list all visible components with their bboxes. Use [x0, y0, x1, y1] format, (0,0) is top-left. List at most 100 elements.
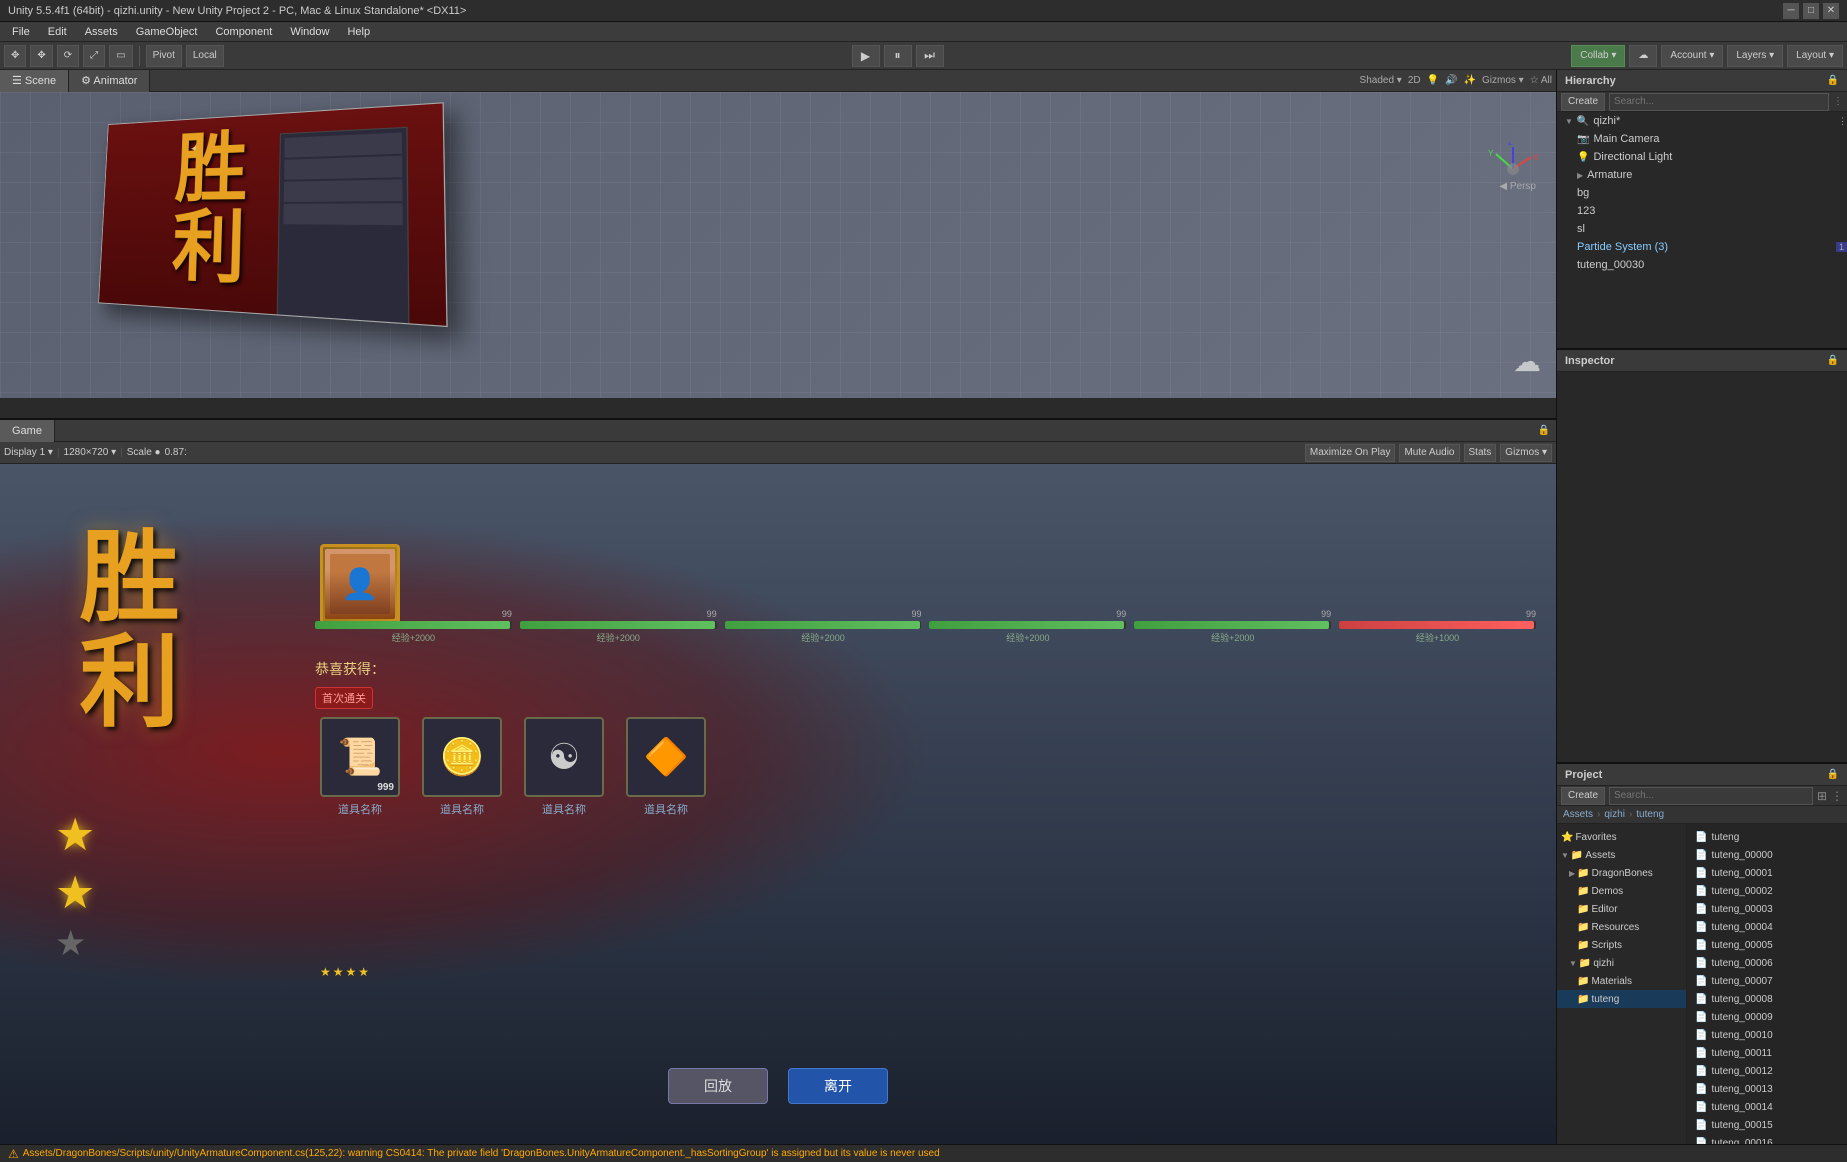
- file-tuteng-00006[interactable]: 📄 tuteng_00006: [1691, 954, 1843, 972]
- breadcrumb-qizhi[interactable]: qizhi: [1604, 809, 1625, 820]
- local-button[interactable]: Local: [186, 45, 224, 67]
- collab-button[interactable]: Collab ▾: [1571, 45, 1625, 67]
- menu-assets[interactable]: Assets: [77, 22, 126, 42]
- hier-item-dirlight[interactable]: 💡 Directional Light: [1557, 148, 1847, 166]
- inspector-lock[interactable]: 🔒: [1827, 355, 1839, 366]
- star-2: ★: [55, 866, 95, 919]
- mute-audio-btn[interactable]: Mute Audio: [1399, 444, 1459, 462]
- file-tuteng-00007[interactable]: 📄 tuteng_00007: [1691, 972, 1843, 990]
- tab-scene[interactable]: ☰ Scene: [0, 70, 69, 92]
- lighting-toggle[interactable]: 💡: [1427, 75, 1439, 86]
- menu-window[interactable]: Window: [282, 22, 337, 42]
- resolution-selector[interactable]: 1280×720 ▾: [64, 447, 117, 458]
- breadcrumb-tuteng[interactable]: tuteng: [1636, 809, 1664, 820]
- reward-name-3: 道具名称: [644, 801, 688, 817]
- layout-button[interactable]: Layout ▾: [1787, 45, 1843, 67]
- file-tuteng-00015[interactable]: 📄 tuteng_00015: [1691, 1116, 1843, 1134]
- breadcrumb-assets[interactable]: Assets: [1563, 809, 1593, 820]
- tool-rotate[interactable]: ⟳: [57, 45, 79, 67]
- leave-button[interactable]: 离开: [788, 1068, 888, 1104]
- project-editor[interactable]: 📁 Editor: [1557, 900, 1686, 918]
- hier-item-sl[interactable]: sl: [1557, 220, 1847, 238]
- cloud-button[interactable]: ☁: [1629, 45, 1657, 67]
- hierarchy-search-input[interactable]: [1609, 93, 1829, 111]
- menu-gameobject[interactable]: GameObject: [128, 22, 206, 42]
- replay-button[interactable]: 回放: [668, 1068, 768, 1104]
- pivot-button[interactable]: Pivot: [146, 45, 182, 67]
- file-tuteng-00004[interactable]: 📄 tuteng_00004: [1691, 918, 1843, 936]
- display-selector[interactable]: Display 1 ▾: [4, 447, 53, 458]
- game-lock[interactable]: 🔒: [1538, 425, 1550, 436]
- hier-item-tuteng00030[interactable]: tuteng_00030: [1557, 256, 1847, 274]
- window-controls: ─ □ ✕: [1783, 3, 1839, 19]
- hierarchy-panel: Hierarchy 🔒 Create ⋮ ▼ 🔍 qizhi* ⋮ 📷 Main…: [1557, 70, 1847, 350]
- maximize-on-play-btn[interactable]: Maximize On Play: [1305, 444, 1396, 462]
- project-qizhi[interactable]: ▼ 📁 qizhi: [1557, 954, 1686, 972]
- audio-toggle[interactable]: 🔊: [1445, 75, 1457, 86]
- hierarchy-options[interactable]: ⋮: [1833, 96, 1843, 107]
- step-button[interactable]: ⏭: [916, 45, 944, 67]
- file-tuteng-00002[interactable]: 📄 tuteng_00002: [1691, 882, 1843, 900]
- project-dragonbones[interactable]: ▶ 📁 DragonBones: [1557, 864, 1686, 882]
- menu-help[interactable]: Help: [339, 22, 378, 42]
- hier-item-123[interactable]: 123: [1557, 202, 1847, 220]
- project-search-input[interactable]: [1609, 787, 1813, 805]
- close-button[interactable]: ✕: [1823, 3, 1839, 19]
- account-button[interactable]: Account ▾: [1661, 45, 1723, 67]
- menu-component[interactable]: Component: [207, 22, 280, 42]
- file-tuteng-00005[interactable]: 📄 tuteng_00005: [1691, 936, 1843, 954]
- hierarchy-create-btn[interactable]: Create: [1561, 93, 1605, 111]
- file-tuteng-00010[interactable]: 📄 tuteng_00010: [1691, 1026, 1843, 1044]
- file-tuteng-00008[interactable]: 📄 tuteng_00008: [1691, 990, 1843, 1008]
- file-tuteng-00013[interactable]: 📄 tuteng_00013: [1691, 1080, 1843, 1098]
- project-favorites[interactable]: ⭐ Favorites: [1557, 828, 1686, 846]
- project-lock[interactable]: 🔒: [1827, 769, 1839, 780]
- project-resources[interactable]: 📁 Resources: [1557, 918, 1686, 936]
- tab-animator[interactable]: ⚙ Animator: [69, 70, 150, 92]
- stats-btn[interactable]: Stats: [1464, 444, 1497, 462]
- file-tuteng-00003[interactable]: 📄 tuteng_00003: [1691, 900, 1843, 918]
- hier-item-maincamera[interactable]: 📷 Main Camera: [1557, 130, 1847, 148]
- maximize-button[interactable]: □: [1803, 3, 1819, 19]
- menu-file[interactable]: File: [4, 22, 38, 42]
- hier-item-particlesystem[interactable]: Partide System (3) 1: [1557, 238, 1847, 256]
- hier-item-bg[interactable]: bg: [1557, 184, 1847, 202]
- tool-rect[interactable]: ▭: [109, 45, 132, 67]
- file-tuteng-00012[interactable]: 📄 tuteng_00012: [1691, 1062, 1843, 1080]
- file-tuteng-00011[interactable]: 📄 tuteng_00011: [1691, 1044, 1843, 1062]
- tool-move[interactable]: ✥: [30, 45, 52, 67]
- tool-hand[interactable]: ✥: [4, 45, 26, 67]
- 2d-toggle[interactable]: 2D: [1408, 75, 1421, 86]
- file-tuteng-00009[interactable]: 📄 tuteng_00009: [1691, 1008, 1843, 1026]
- project-view-toggle[interactable]: ⊞: [1817, 789, 1827, 803]
- file-tuteng-00014[interactable]: 📄 tuteng_00014: [1691, 1098, 1843, 1116]
- minimize-button[interactable]: ─: [1783, 3, 1799, 19]
- hier-item-qizhi[interactable]: ▼ 🔍 qizhi* ⋮: [1557, 112, 1847, 130]
- hierarchy-lock[interactable]: 🔒: [1827, 75, 1839, 86]
- play-button[interactable]: ▶: [852, 45, 880, 67]
- file-tuteng-00000[interactable]: 📄 tuteng_00000: [1691, 846, 1843, 864]
- tab-game[interactable]: Game: [0, 420, 55, 442]
- file-tuteng[interactable]: 📄 tuteng: [1691, 828, 1843, 846]
- project-materials[interactable]: 📁 Materials: [1557, 972, 1686, 990]
- hier-qizhi-options[interactable]: ⋮: [1838, 116, 1847, 127]
- project-demos[interactable]: 📁 Demos: [1557, 882, 1686, 900]
- file-tuteng-00016[interactable]: 📄 tuteng_00016: [1691, 1134, 1843, 1144]
- gizmos-btn[interactable]: Gizmos ▾: [1482, 75, 1524, 86]
- project-tuteng-folder[interactable]: 📁 tuteng: [1557, 990, 1686, 1008]
- tool-scale[interactable]: ⤢: [83, 45, 105, 67]
- layers-button[interactable]: Layers ▾: [1727, 45, 1783, 67]
- all-btn[interactable]: ☆ All: [1530, 75, 1552, 86]
- project-scripts[interactable]: 📁 Scripts: [1557, 936, 1686, 954]
- menu-edit[interactable]: Edit: [40, 22, 75, 42]
- project-create-btn[interactable]: Create: [1561, 787, 1605, 805]
- fx-toggle[interactable]: ✨: [1464, 75, 1476, 86]
- project-assets-root[interactable]: ▼ 📁 Assets: [1557, 846, 1686, 864]
- hier-item-armature[interactable]: ▶ Armature: [1557, 166, 1847, 184]
- pause-button[interactable]: ⏸: [884, 45, 912, 67]
- persp-label[interactable]: ◀ Persp: [1499, 181, 1536, 192]
- file-tuteng-00001[interactable]: 📄 tuteng_00001: [1691, 864, 1843, 882]
- project-options[interactable]: ⋮: [1831, 789, 1843, 803]
- game-gizmos-btn[interactable]: Gizmos ▾: [1500, 444, 1552, 462]
- shading-dropdown[interactable]: Shaded ▾: [1360, 75, 1402, 86]
